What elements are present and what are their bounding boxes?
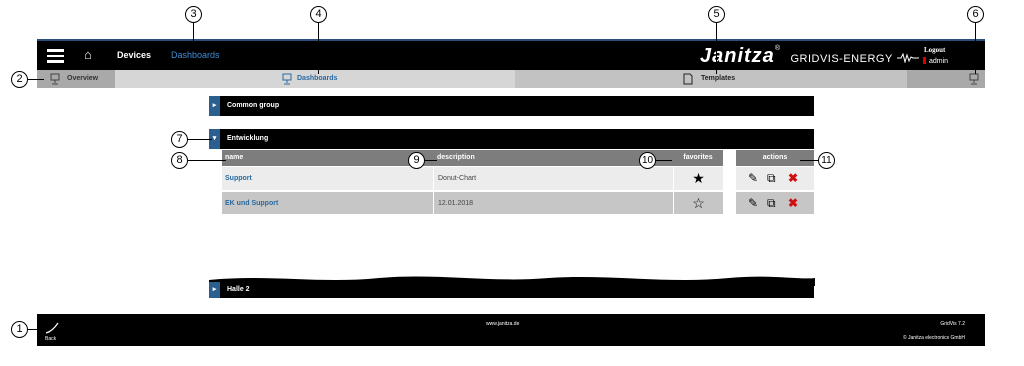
copy-icon[interactable]: ⧉ xyxy=(767,192,776,215)
version-label: GridVis 7.2 xyxy=(940,321,965,327)
leader-line xyxy=(193,20,194,42)
column-header-actions: actions xyxy=(736,150,814,166)
tab-dashboards[interactable]: Dashboards xyxy=(115,70,515,88)
callout-1: 1 xyxy=(11,321,28,338)
nav-dashboards-link[interactable]: Dashboards xyxy=(171,50,220,60)
tab-extra[interactable] xyxy=(907,70,985,88)
brand-name: Janitza xyxy=(700,45,775,67)
tab-overview[interactable]: Overview xyxy=(37,70,115,88)
callout-5: 5 xyxy=(708,6,725,23)
top-navigation-bar: ⌂ Devices Dashboards Janitza® GRIDVIS-EN… xyxy=(37,39,985,70)
leader-line xyxy=(318,20,319,74)
leader-line xyxy=(28,79,44,80)
leader-line xyxy=(656,160,672,161)
callout-3: 3 xyxy=(185,6,202,23)
chevron-right-icon[interactable]: ▸ xyxy=(209,282,220,298)
leader-line xyxy=(800,160,818,161)
home-icon[interactable]: ⌂ xyxy=(84,47,92,62)
nav-devices-link[interactable]: Devices xyxy=(117,50,151,60)
callout-7: 7 xyxy=(171,131,188,148)
delete-icon[interactable]: ✖ xyxy=(788,167,798,190)
callout-6: 6 xyxy=(967,6,984,23)
footer: Back www.janitza.de GridVis 7.2 © Janitz… xyxy=(37,314,985,346)
row-description-cell: Donut-Chart xyxy=(433,167,673,190)
column-header-favorites[interactable]: favorites xyxy=(673,150,723,166)
group-halle-header[interactable]: ▸ Halle 2 xyxy=(209,282,814,298)
user-indicator: admin xyxy=(923,57,948,65)
callout-9: 9 xyxy=(408,152,425,169)
tab-dashboards-label: Dashboards xyxy=(297,75,338,82)
leader-line xyxy=(425,160,437,161)
edit-icon[interactable]: ✎ xyxy=(748,167,758,190)
user-name: admin xyxy=(929,58,949,65)
copyright-label: © Janitza electronics GmbH xyxy=(902,335,965,341)
user-status-icon xyxy=(923,57,926,64)
tab-overview-label: Overview xyxy=(67,75,99,82)
row-name-cell[interactable]: EK und Support xyxy=(222,192,433,215)
leader-line xyxy=(975,20,976,74)
dashboard-icon xyxy=(969,73,979,85)
row-actions-cell: ✎ ⧉ ✖ xyxy=(736,167,814,190)
leader-line xyxy=(28,329,44,330)
row-actions-cell: ✎ ⧉ ✖ xyxy=(736,192,814,215)
menu-icon[interactable] xyxy=(47,49,64,63)
copy-icon[interactable]: ⧉ xyxy=(767,167,776,190)
group-entwicklung-label: Entwicklung xyxy=(227,135,269,142)
callout-2: 2 xyxy=(11,71,28,88)
delete-icon[interactable]: ✖ xyxy=(788,192,798,215)
leader-line xyxy=(188,139,212,140)
waveform-icon xyxy=(897,52,920,64)
tab-bar: Overview Dashboards Templates xyxy=(37,70,985,88)
document-icon xyxy=(683,73,693,85)
group-common-label: Common group xyxy=(227,102,280,109)
row-description-cell: 12.01.2018 xyxy=(433,192,673,215)
row-name-cell[interactable]: Support xyxy=(222,167,433,190)
tab-templates-label: Templates xyxy=(701,75,736,82)
dashboard-icon xyxy=(282,73,292,85)
back-arrow-icon[interactable] xyxy=(45,322,59,334)
chevron-right-icon[interactable]: ▸ xyxy=(209,96,220,116)
favorite-filled-icon[interactable]: ★ xyxy=(673,167,723,190)
group-entwicklung-header[interactable]: ▾ Entwicklung xyxy=(209,129,814,149)
callout-4: 4 xyxy=(310,6,327,23)
leader-line xyxy=(188,160,226,161)
callout-10: 10 xyxy=(639,152,656,169)
logout-link[interactable]: Logout xyxy=(924,46,945,54)
group-halle-label: Halle 2 xyxy=(227,286,250,293)
brand-logo: Janitza® GRIDVIS-ENERGY xyxy=(700,45,920,68)
edit-icon[interactable]: ✎ xyxy=(748,192,758,215)
torn-edge-top xyxy=(222,214,815,224)
footer-url-link[interactable]: www.janitza.de xyxy=(486,321,519,327)
column-header-name[interactable]: name xyxy=(222,150,433,166)
column-header-description[interactable]: description xyxy=(433,150,673,166)
tab-templates[interactable]: Templates xyxy=(515,70,907,88)
dashboard-icon xyxy=(50,73,60,85)
callout-11: 11 xyxy=(818,152,835,169)
leader-line xyxy=(716,20,717,74)
callout-8: 8 xyxy=(171,152,188,169)
favorite-empty-icon[interactable]: ☆ xyxy=(673,192,723,215)
back-link[interactable]: Back xyxy=(45,336,56,342)
screenshot-stage: ⌂ Devices Dashboards Janitza® GRIDVIS-EN… xyxy=(0,0,1024,366)
group-common-header[interactable]: ▸ Common group xyxy=(209,96,814,116)
brand-suffix: GRIDVIS-ENERGY xyxy=(790,53,893,65)
